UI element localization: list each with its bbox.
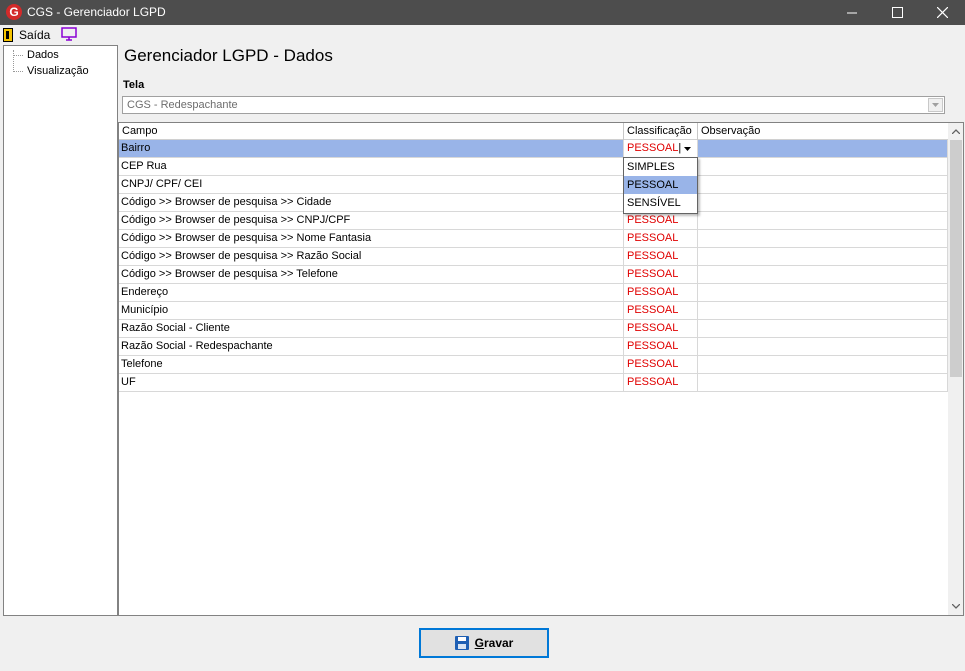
observacao-cell[interactable] bbox=[698, 356, 948, 373]
campo-cell[interactable]: Razão Social - Redespachante bbox=[119, 338, 624, 355]
tela-select-value: CGS - Redespachante bbox=[127, 99, 238, 111]
page-title: Gerenciador LGPD - Dados bbox=[124, 46, 333, 65]
maximize-icon bbox=[891, 7, 903, 18]
table-row[interactable]: Razão Social - Redespachante PESSOAL bbox=[119, 338, 948, 356]
observacao-cell[interactable] bbox=[698, 320, 948, 337]
gravar-button[interactable]: Gravar bbox=[419, 628, 549, 658]
tela-dropdown-button[interactable] bbox=[928, 98, 943, 112]
table-row[interactable]: Código >> Browser de pesquisa >> Razão S… bbox=[119, 248, 948, 266]
campo-cell[interactable]: Código >> Browser de pesquisa >> Razão S… bbox=[119, 248, 624, 265]
table-row[interactable]: Telefone PESSOAL bbox=[119, 356, 948, 374]
campo-cell[interactable]: Código >> Browser de pesquisa >> Telefon… bbox=[119, 266, 624, 283]
tela-select[interactable]: CGS - Redespachante bbox=[122, 96, 945, 114]
scroll-down-button[interactable] bbox=[948, 598, 963, 615]
campo-cell[interactable]: Endereço bbox=[119, 284, 624, 301]
table-row[interactable]: Endereço PESSOAL bbox=[119, 284, 948, 302]
column-header-observacao[interactable]: Observação bbox=[698, 123, 948, 140]
combo-dropdown-button[interactable] bbox=[680, 141, 695, 156]
observacao-cell[interactable] bbox=[698, 266, 948, 283]
scroll-thumb[interactable] bbox=[950, 140, 962, 377]
observacao-cell[interactable] bbox=[698, 338, 948, 355]
observacao-cell[interactable] bbox=[698, 248, 948, 265]
tela-label: Tela bbox=[123, 79, 145, 91]
table-row[interactable]: Razão Social - Cliente PESSOAL bbox=[119, 320, 948, 338]
maximize-button[interactable] bbox=[874, 0, 920, 25]
campo-cell[interactable]: UF bbox=[119, 374, 624, 391]
grid-header: Campo Classificação Observação bbox=[119, 123, 948, 140]
close-button[interactable] bbox=[919, 0, 965, 25]
tree-item-dados[interactable]: Dados bbox=[13, 49, 59, 61]
observacao-cell[interactable] bbox=[698, 194, 948, 211]
title-bar: G CGS - Gerenciador LGPD bbox=[0, 0, 965, 25]
classificacao-cell[interactable]: PESSOAL bbox=[624, 374, 698, 391]
observacao-cell[interactable] bbox=[698, 176, 948, 193]
table-row[interactable]: CEP Rua bbox=[119, 158, 948, 176]
column-header-campo[interactable]: Campo bbox=[119, 123, 624, 140]
gravar-button-label: Gravar bbox=[474, 636, 514, 650]
campo-cell[interactable]: CNPJ/ CPF/ CEI bbox=[119, 176, 624, 193]
observacao-cell[interactable] bbox=[698, 302, 948, 319]
vertical-scrollbar[interactable] bbox=[948, 123, 963, 615]
campo-cell[interactable]: CEP Rua bbox=[119, 158, 624, 175]
monitor-icon[interactable] bbox=[61, 27, 77, 41]
classificacao-cell[interactable]: PESSOAL bbox=[624, 302, 698, 319]
menu-saida[interactable]: Saída bbox=[3, 27, 50, 43]
campo-cell[interactable]: Código >> Browser de pesquisa >> Cidade bbox=[119, 194, 624, 211]
chevron-down-icon bbox=[684, 146, 691, 151]
observacao-cell[interactable] bbox=[698, 230, 948, 247]
table-row[interactable]: Código >> Browser de pesquisa >> Telefon… bbox=[119, 266, 948, 284]
app-logo-icon: G bbox=[6, 4, 22, 20]
observacao-cell[interactable] bbox=[698, 374, 948, 391]
table-row[interactable]: CNPJ/ CPF/ CEI bbox=[119, 176, 948, 194]
close-icon bbox=[936, 7, 948, 18]
classificacao-cell[interactable]: PESSOAL bbox=[624, 212, 698, 229]
column-header-classificacao[interactable]: Classificação bbox=[624, 123, 698, 140]
campo-cell[interactable]: Razão Social - Cliente bbox=[119, 320, 624, 337]
dropdown-option-pessoal[interactable]: PESSOAL bbox=[624, 176, 697, 194]
save-disk-icon bbox=[454, 636, 469, 650]
classificacao-cell[interactable]: PESSOAL bbox=[624, 284, 698, 301]
table-row[interactable]: Código >> Browser de pesquisa >> Nome Fa… bbox=[119, 230, 948, 248]
menu-bar: Saída bbox=[0, 25, 965, 44]
classificacao-cell[interactable]: PESSOAL bbox=[624, 356, 698, 373]
chevron-down-icon bbox=[952, 604, 960, 609]
exit-door-icon bbox=[3, 28, 13, 42]
campo-cell[interactable]: Município bbox=[119, 302, 624, 319]
table-row[interactable]: Município PESSOAL bbox=[119, 302, 948, 320]
scroll-up-button[interactable] bbox=[948, 123, 963, 140]
dropdown-option-simples[interactable]: SIMPLES bbox=[624, 158, 697, 176]
observacao-cell[interactable] bbox=[698, 212, 948, 229]
table-row[interactable]: Código >> Browser de pesquisa >> Cidade bbox=[119, 194, 948, 212]
minimize-icon bbox=[847, 12, 857, 13]
campo-cell[interactable]: Telefone bbox=[119, 356, 624, 373]
classificacao-cell[interactable]: PESSOAL bbox=[624, 248, 698, 265]
campo-cell[interactable]: Código >> Browser de pesquisa >> CNPJ/CP… bbox=[119, 212, 624, 229]
classificacao-cell[interactable]: PESSOAL bbox=[624, 230, 698, 247]
menu-saida-label: Saída bbox=[19, 28, 51, 42]
classificacao-cell[interactable]: PESSOAL bbox=[624, 266, 698, 283]
table-row[interactable]: Bairro PESSOAL| bbox=[119, 140, 948, 158]
observacao-cell[interactable] bbox=[698, 140, 948, 157]
tree-item-visualizacao[interactable]: Visualização bbox=[13, 65, 89, 77]
observacao-cell[interactable] bbox=[698, 158, 948, 175]
observacao-cell[interactable] bbox=[698, 284, 948, 301]
chevron-up-icon bbox=[952, 129, 960, 134]
table-row[interactable]: Código >> Browser de pesquisa >> CNPJ/CP… bbox=[119, 212, 948, 230]
table-row[interactable]: UF PESSOAL bbox=[119, 374, 948, 392]
classificacao-combo-value: PESSOAL bbox=[627, 142, 679, 154]
campo-cell[interactable]: Código >> Browser de pesquisa >> Nome Fa… bbox=[119, 230, 624, 247]
window-title: CGS - Gerenciador LGPD bbox=[27, 5, 166, 19]
data-grid: Campo Classificação Observação Bairro PE… bbox=[118, 122, 964, 616]
classificacao-cell[interactable]: PESSOAL bbox=[624, 338, 698, 355]
navigation-tree: Dados Visualização bbox=[3, 45, 118, 616]
minimize-button[interactable] bbox=[829, 0, 875, 25]
campo-cell[interactable]: Bairro bbox=[119, 140, 624, 157]
classificacao-cell[interactable]: PESSOAL bbox=[624, 320, 698, 337]
classificacao-combo[interactable]: PESSOAL| bbox=[624, 140, 698, 157]
dropdown-option-sensivel[interactable]: SENSÍVEL bbox=[624, 194, 697, 212]
chevron-down-icon bbox=[932, 103, 939, 107]
classificacao-dropdown-list: SIMPLES PESSOAL SENSÍVEL bbox=[623, 157, 698, 214]
